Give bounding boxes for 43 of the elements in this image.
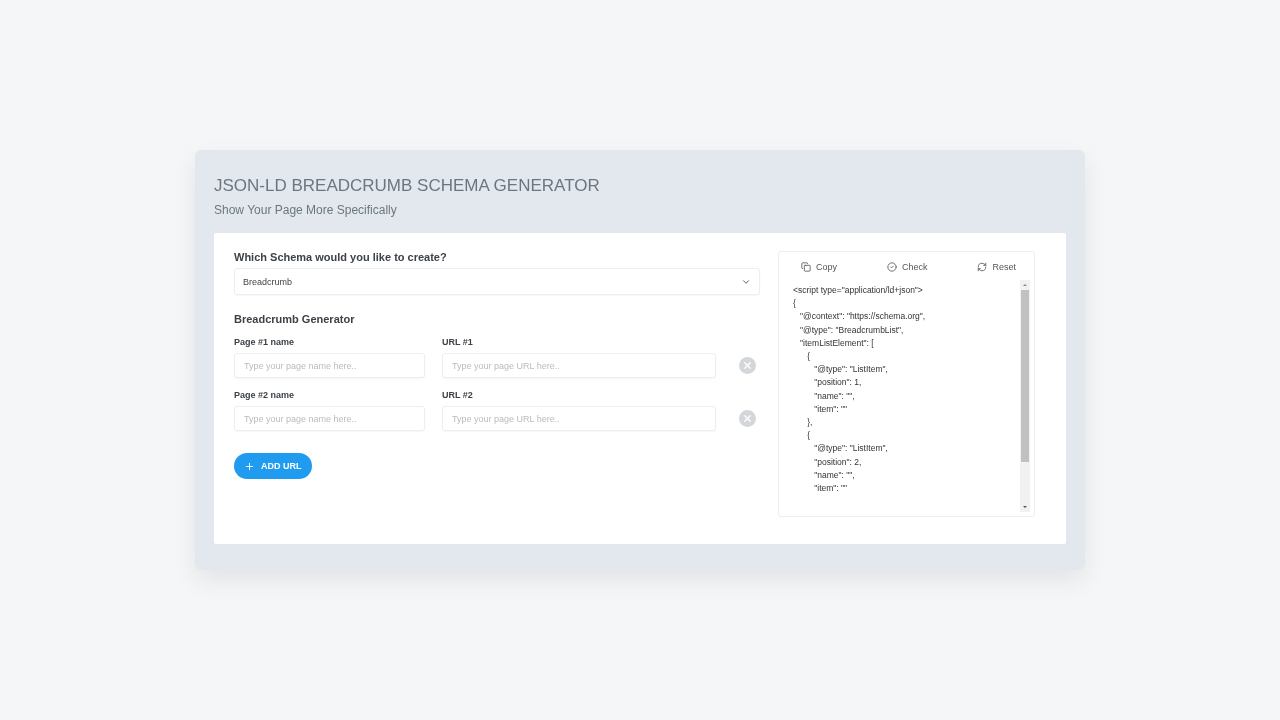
scroll-down-icon[interactable] <box>1023 506 1027 508</box>
code-line: }, <box>806 416 814 430</box>
field-label: Page #2 name <box>234 390 296 400</box>
code-line: "name": "", <box>813 468 856 482</box>
close-icon <box>742 413 753 424</box>
remove-button[interactable] <box>739 357 756 374</box>
code-line: "@type": "ListItem", <box>813 363 889 377</box>
code-line: "item": "" <box>813 402 849 416</box>
code-line: "@type": "BreadcrumbList", <box>799 323 905 337</box>
check-button[interactable]: Check <box>887 262 928 272</box>
page-subtitle: Show Your Page More Specifically <box>214 203 398 217</box>
code-line: { <box>806 429 811 443</box>
code-line: "name": "", <box>813 389 856 403</box>
code-line: { <box>806 350 811 363</box>
code-line: "itemListElement": [ <box>799 336 875 350</box>
field-label: URL #2 <box>442 390 474 400</box>
remove-button[interactable] <box>739 410 756 427</box>
reset-button[interactable]: Reset <box>977 262 1016 272</box>
schema-select[interactable]: Breadcrumb <box>234 268 760 295</box>
input-field[interactable]: Type your page URL here.. <box>442 406 716 431</box>
input-field[interactable]: Type your page URL here.. <box>442 353 716 378</box>
code-line: "@context": "https://schema.org", <box>799 310 927 324</box>
scroll-up-icon[interactable] <box>1023 284 1027 286</box>
code-line: { <box>793 297 797 311</box>
copy-button[interactable]: Copy <box>801 262 837 272</box>
plus-icon <box>244 460 255 472</box>
section-title: Breadcrumb Generator <box>234 313 356 325</box>
check-icon <box>887 262 897 272</box>
input-field[interactable]: Type your page name here.. <box>234 406 425 431</box>
code-line: "position": 1, <box>813 376 863 390</box>
page-title: JSON-LD BREADCRUMB SCHEMA GENERATOR <box>214 176 601 196</box>
close-icon <box>742 360 753 371</box>
code-line: "position": 2, <box>813 455 863 469</box>
reset-icon <box>977 262 988 272</box>
code-line: <script type="application/ld+json"> <box>793 284 924 297</box>
code-line: "item": "" <box>813 482 849 496</box>
copy-icon <box>801 262 811 272</box>
code-line: "@type": "ListItem", <box>813 442 889 456</box>
scrollbar[interactable] <box>1020 280 1030 512</box>
schema-label: Which Schema would you like to create? <box>234 251 448 263</box>
field-label: URL #1 <box>442 337 474 347</box>
input-field[interactable]: Type your page name here.. <box>234 353 425 378</box>
field-label: Page #1 name <box>234 337 296 347</box>
